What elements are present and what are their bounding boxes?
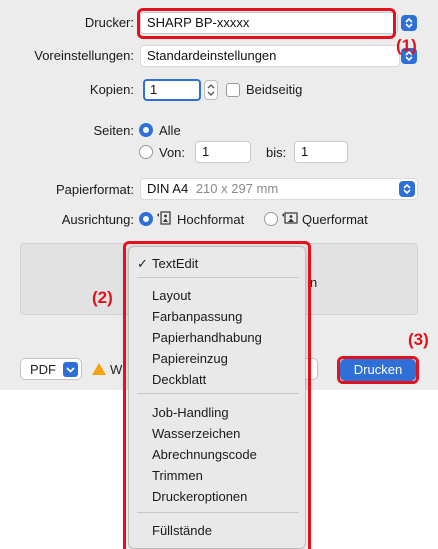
callout-2: (2) [92,288,113,307]
portrait-label: Hochformat [177,212,245,227]
chevron-down-icon [63,362,78,377]
orientation-portrait-radio[interactable] [139,212,153,226]
pages-from-label: Von: [159,145,186,160]
pages-to-input[interactable]: 1 [294,141,348,163]
pages-to-value: 1 [301,144,309,159]
landscape-icon [282,212,298,224]
presets-select[interactable]: Standardeinstellungen [140,45,400,67]
pages-label: Seiten: [93,123,134,138]
presets-value: Standardeinstellungen [147,48,277,63]
orientation-landscape-radio[interactable] [264,212,278,226]
paper-dimensions: 210 x 297 mm [195,181,279,196]
printer-popup-icon[interactable] [401,15,417,31]
presets-label: Voreinstellungen: [34,48,134,63]
duplex-label: Beidseitig [246,82,303,97]
orientation-label: Ausrichtung: [61,212,134,227]
pages-to-label: bis: [266,145,287,160]
portrait-icon [157,211,171,225]
pages-from-input[interactable]: 1 [195,141,251,163]
callout-1: (1) [396,36,417,55]
paper-select[interactable]: DIN A4 210 x 297 mm [140,178,418,200]
pages-from-value: 1 [202,144,210,159]
pdf-label: PDF [30,362,56,377]
warning-text: W [110,362,123,377]
copies-stepper[interactable] [204,80,218,100]
paper-value: DIN A4 [147,181,189,196]
landscape-label: Querformat [302,212,368,227]
callout-3: (3) [408,330,429,349]
panel-partial-text: n [310,275,318,290]
pages-all-radio[interactable] [139,123,153,137]
warning-icon [92,363,106,375]
pdf-button[interactable]: PDF [20,358,82,380]
duplex-checkbox[interactable] [226,83,240,97]
copies-input[interactable]: 1 [143,79,201,101]
copies-label: Kopien: [89,82,134,97]
pages-range-radio[interactable] [139,145,153,159]
paper-label: Papierformat: [55,182,134,197]
printer-label: Drucker: [84,15,134,30]
paper-popup-icon[interactable] [399,181,415,197]
printer-callout-box [137,8,396,39]
pages-all-label: Alle [159,123,181,138]
copies-value: 1 [150,82,158,97]
menu-callout-box [123,241,311,549]
print-callout-box [337,356,419,384]
